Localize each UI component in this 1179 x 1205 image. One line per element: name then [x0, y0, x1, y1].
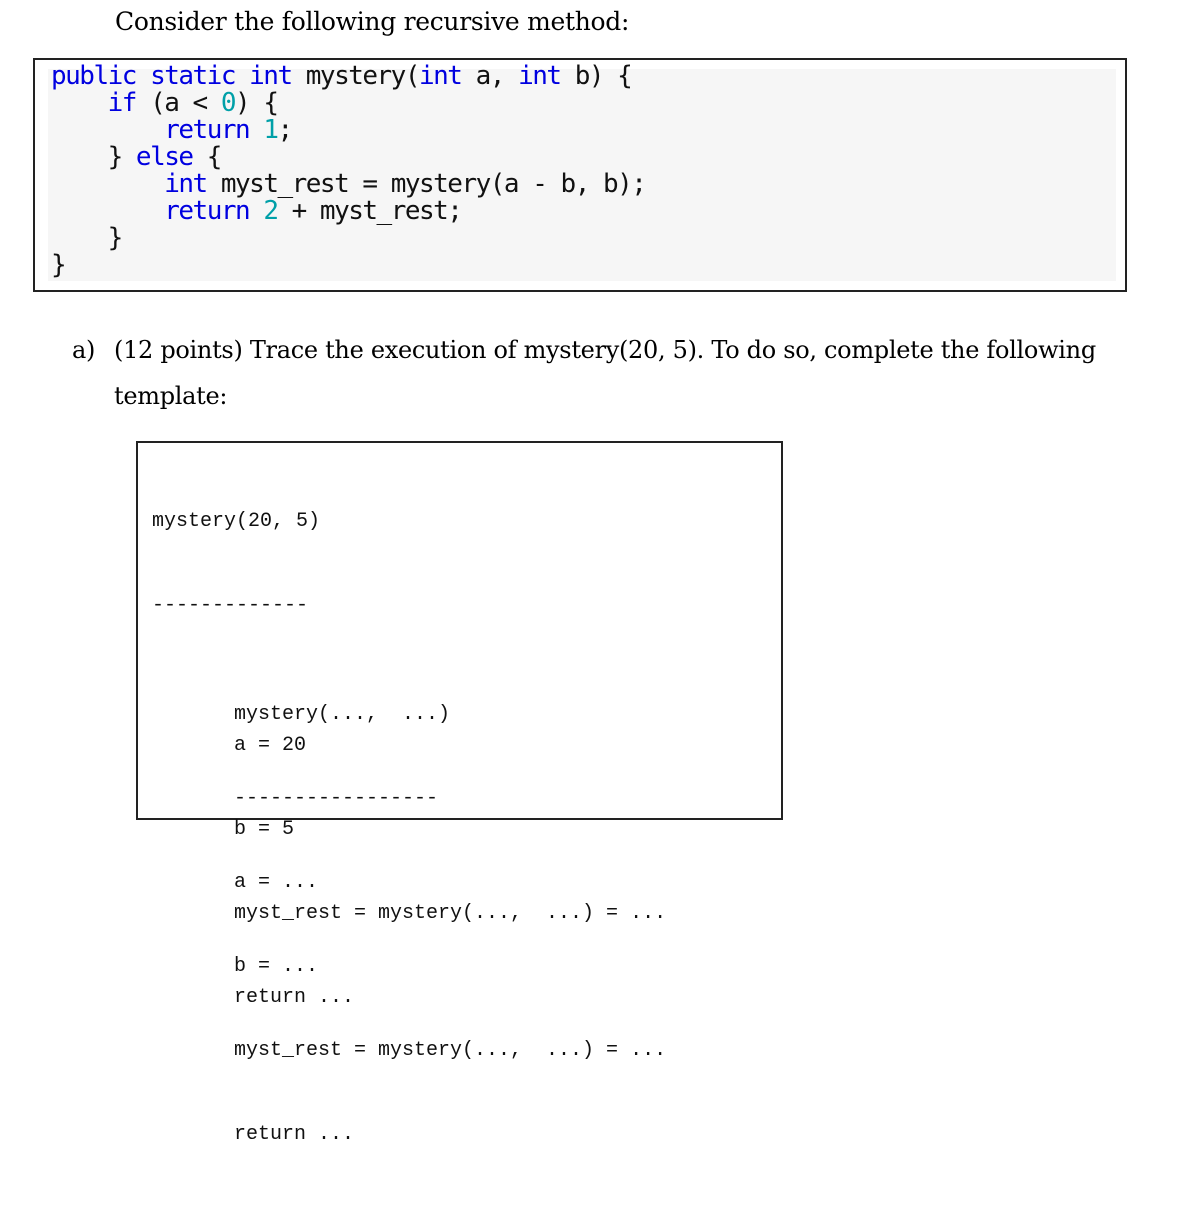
code-line: if (a < 0) { — [51, 90, 645, 117]
trace-frame-2: mystery(..., ...) ----------------- a = … — [234, 645, 666, 1205]
code-keyword: int — [419, 61, 463, 91]
code-line: return 2 + myst_rest; — [51, 198, 645, 225]
code-line: } else { — [51, 144, 645, 171]
code-listing: public static int mystery(int a, int b) … — [51, 63, 647, 279]
code-keyword: if — [107, 88, 138, 118]
code-line: } — [51, 252, 645, 279]
code-text: } — [51, 223, 124, 253]
code-keyword: return — [164, 115, 250, 145]
code-keyword: else — [135, 142, 194, 172]
code-text: { — [192, 142, 223, 172]
frame-line-a: a = ... — [234, 871, 319, 894]
code-text: } — [51, 250, 67, 280]
trace-template: mystery(20, 5) ------------- a = 20 b = … — [136, 441, 783, 1146]
frame-line-return: return ... — [234, 1123, 355, 1146]
frame-separator: ----------------- — [234, 787, 439, 810]
code-line: } — [51, 225, 645, 252]
code-number: 0 — [220, 88, 237, 118]
frame-header: mystery(..., ...) — [234, 703, 451, 726]
intro-text: Consider the following recursive method: — [115, 7, 630, 36]
code-keyword: int — [164, 169, 208, 199]
code-line: return 1; — [51, 117, 645, 144]
code-keyword: return — [164, 196, 250, 226]
code-text: + myst_rest; — [277, 196, 463, 226]
frame-line-myst-rest: myst_rest = mystery(..., ...) = ... — [234, 1039, 667, 1062]
code-number: 2 — [263, 196, 279, 226]
frame-header: mystery(20, 5) — [152, 510, 321, 533]
code-text: b) { — [560, 61, 633, 91]
code-text: ) { — [235, 88, 279, 118]
frame-line-b: b = ... — [234, 955, 319, 978]
code-line: int myst_rest = mystery(a - b, b); — [51, 169, 647, 199]
code-text: mystery( — [291, 61, 421, 91]
question-a: a) (12 points) Trace the execution of mys… — [72, 332, 1096, 368]
code-block: public static int mystery(int a, int b) … — [33, 58, 1127, 292]
code-text: myst_rest = mystery(a - b, b); — [206, 169, 647, 199]
code-keyword: public static int — [51, 61, 293, 91]
frame-separator: ------------- — [152, 594, 309, 617]
code-text: } — [51, 142, 136, 172]
code-text: (a < — [135, 88, 221, 118]
code-number: 1 — [263, 115, 279, 145]
code-text: ; — [277, 115, 293, 145]
question-label: a) — [72, 336, 96, 364]
question-text-line2: template: — [114, 382, 228, 410]
question-text-line1: (12 points) Trace the execution of myste… — [114, 336, 1096, 364]
code-keyword: int — [518, 61, 562, 91]
code-text: a, — [461, 61, 519, 91]
code-line: public static int mystery(int a, int b) … — [51, 63, 645, 90]
